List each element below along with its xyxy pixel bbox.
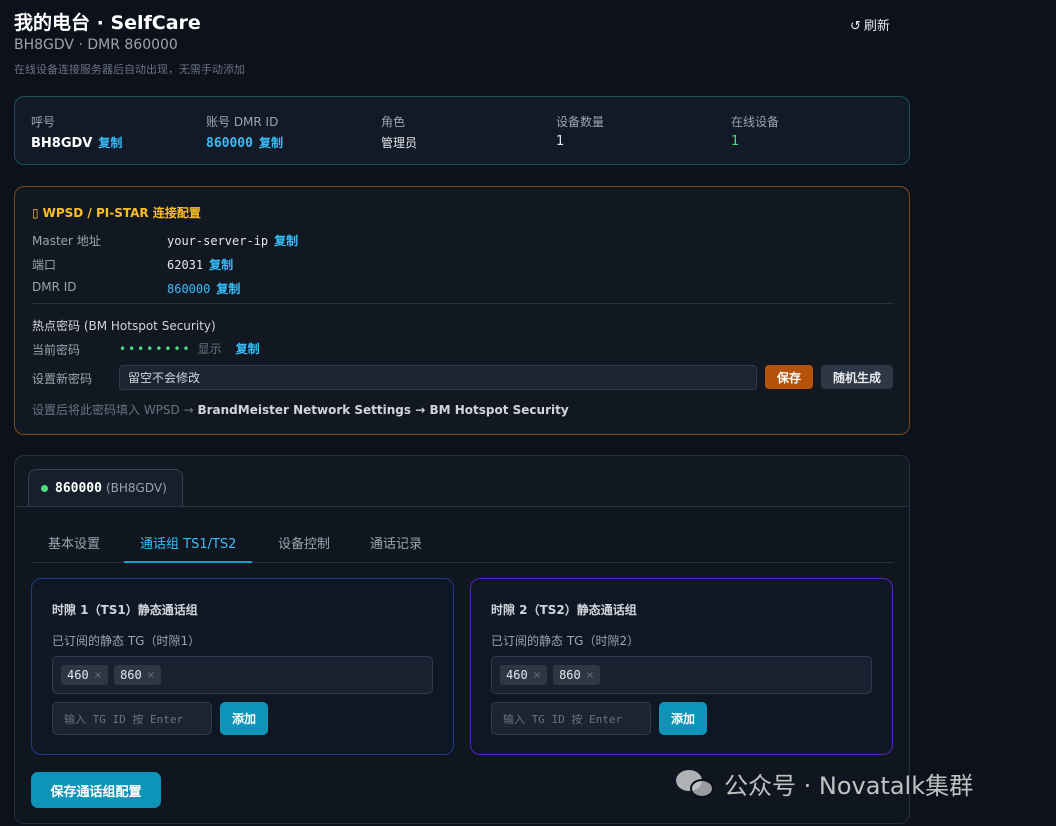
tab-basic-settings[interactable]: 基本设置 [32,533,116,563]
copy-password-button[interactable]: 复制 [236,342,260,356]
password-instruction: 设置后将此密码填入 WPSD → BrandMeister Network Se… [32,403,569,417]
show-password-button[interactable]: 显示 [198,342,222,356]
page-title: 我的电台 · SelfCare [14,12,201,34]
master-address-label: Master 地址 [32,234,101,248]
callsign-value: BH8GDV [31,136,93,151]
device-count-value: 1 [556,134,565,149]
ts1-add-button[interactable]: 添加 [220,702,268,735]
tg-chip: 860 × [553,665,601,685]
tab-talkgroups[interactable]: 通话组 TS1/TS2 [124,533,253,563]
ts2-tg-input[interactable]: 输入 TG ID 按 Enter [491,702,651,735]
watermark: 公众号 · Novatalk集群 [676,766,973,801]
ts1-panel: 时隙 1（TS1）静态通话组 已订阅的静态 TG（时隙1） 460 × 860 × … [31,578,454,755]
port-value: 62031 [167,258,204,272]
copy-callsign-button[interactable]: 复制 [98,136,122,150]
refresh-icon: ↺ [850,19,861,34]
divider [32,303,894,304]
wpsd-dmr-id-value: 860000 [167,282,211,296]
device-count-label: 设备数量 [556,115,605,129]
watermark-text: 公众号 · Novatalk集群 [724,772,974,800]
remove-icon[interactable]: × [586,670,594,681]
tg-chip: 460 × [500,665,548,685]
ts1-title: 时隙 1（TS1）静态通话组 [52,603,198,617]
save-password-button[interactable]: 保存 [765,365,813,389]
device-id: 860000 [55,480,102,496]
dmr-id-value: 860000 [206,136,253,151]
device-tabs: 基本设置 通话组 TS1/TS2 设备控制 通话记录 [32,533,894,563]
ts1-subtitle: 已订阅的静态 TG（时隙1） [52,634,201,648]
dmr-id-label: 账号 DMR ID [206,115,279,129]
save-talkgroups-button[interactable]: 保存通话组配置 [31,772,161,808]
ts2-add-button[interactable]: 添加 [659,702,707,735]
account-summary-card: 呼号 BH8GDV 复制 账号 DMR ID 860000 复制 角色 管理员 设备… [14,96,910,165]
device-callsign: (BH8GDV) [105,481,167,495]
ts2-tg-list: 460 × 860 × [491,656,872,694]
callsign-label: 呼号 [31,115,56,129]
wpsd-config-title: ▯ WPSD / PI-STAR 连接配置 [32,206,201,220]
ts1-tg-input[interactable]: 输入 TG ID 按 Enter [52,702,212,735]
refresh-label: 刷新 [863,19,890,34]
tg-chip: 860 × [114,665,162,685]
clipboard-icon: ▯ [32,206,39,220]
refresh-button[interactable]: ↺ 刷新 [850,15,890,34]
ts2-title: 时隙 2（TS2）静态通话组 [491,603,637,617]
tab-device-control[interactable]: 设备控制 [262,533,346,563]
ts2-subtitle: 已订阅的静态 TG（时隙2） [491,634,640,648]
copy-dmr-id-button[interactable]: 复制 [259,136,283,150]
role-label: 角色 [381,115,406,129]
page-hint: 在线设备连接服务器后自动出现，无需手动添加 [14,63,245,76]
new-password-label: 设置新密码 [32,372,93,386]
online-status-dot [41,484,48,492]
copy-master-button[interactable]: 复制 [274,234,298,248]
port-label: 端口 [32,258,57,272]
ts1-tg-list: 460 × 860 × [52,656,433,694]
page-subtitle: BH8GDV · DMR 860000 [14,37,178,53]
random-password-button[interactable]: 随机生成 [821,365,893,389]
tab-call-log[interactable]: 通话记录 [354,533,438,563]
remove-icon[interactable]: × [533,670,541,681]
device-tab[interactable]: 860000 (BH8GDV) [28,469,183,506]
remove-icon[interactable]: × [147,670,155,681]
hotspot-security-title: 热点密码 (BM Hotspot Security) [32,319,216,333]
online-device-value: 1 [731,134,740,149]
master-address-value: your-server-ip [167,234,269,248]
copy-port-button[interactable]: 复制 [209,258,233,272]
online-device-label: 在线设备 [731,115,780,129]
wechat-icon [676,768,716,800]
tg-chip: 460 × [61,665,109,685]
ts2-panel: 时隙 2（TS2）静态通话组 已订阅的静态 TG（时隙2） 460 × 860 × … [470,578,893,755]
role-field: 角色 管理员 [381,113,417,151]
current-password-label: 当前密码 [32,343,81,357]
wpsd-config-card: ▯ WPSD / PI-STAR 连接配置 Master 地址 your-serv… [14,186,910,435]
remove-icon[interactable]: × [94,670,102,681]
callsign-field: 呼号 BH8GDV 复制 [31,113,122,151]
role-value: 管理员 [381,136,418,150]
current-password-mask: •••••••• [119,342,192,356]
dmr-id-field: 账号 DMR ID 860000 复制 [206,113,283,151]
wpsd-dmr-id-label: DMR ID [32,280,77,294]
device-count-field: 设备数量 1 [556,113,604,149]
copy-wpsd-dmr-button[interactable]: 复制 [216,282,240,296]
instruction-path: BrandMeister Network Settings → BM Hotsp… [197,403,569,417]
online-device-field: 在线设备 1 [731,113,779,149]
new-password-input[interactable]: 留空不会修改 [119,365,757,390]
